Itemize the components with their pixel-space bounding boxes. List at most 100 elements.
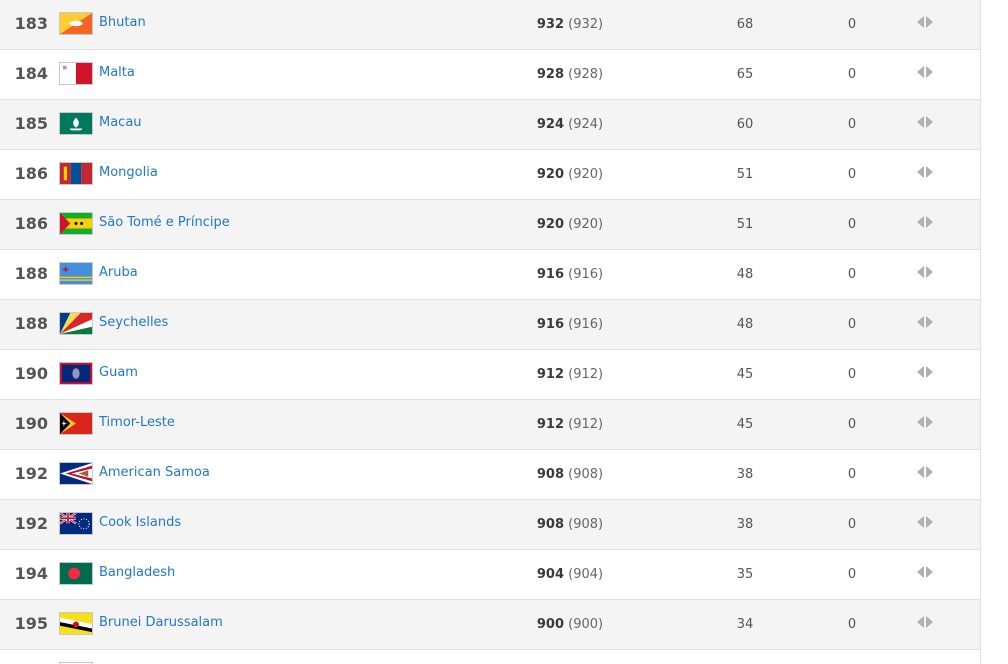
table-row: 188 Aruba 916 (916) 48 0 — [0, 250, 980, 300]
total-points: 920 — [536, 167, 565, 182]
total-points: 920 — [536, 217, 565, 232]
previous-points: (916) — [568, 317, 604, 332]
team-link[interactable]: Guam — [99, 364, 138, 382]
team-link[interactable]: Brunei Darussalam — [99, 614, 223, 632]
table-row: 194 Bangladesh 904 (904) 35 0 — [0, 550, 980, 600]
team-link[interactable]: Timor-Leste — [99, 414, 175, 432]
team-link[interactable]: São Tomé e Príncipe — [99, 214, 230, 232]
flag-bhutan-icon — [59, 12, 93, 35]
no-movement-arrows-icon — [914, 414, 936, 430]
rank: 190 — [14, 364, 48, 383]
team-link[interactable]: Cook Islands — [99, 514, 181, 532]
no-movement-arrows-icon — [914, 314, 936, 330]
rank-change: 0 — [847, 467, 857, 482]
team-link[interactable]: Bhutan — [99, 14, 146, 32]
team-link[interactable]: Aruba — [99, 264, 138, 282]
flag-macau-icon — [59, 112, 93, 135]
total-points: 908 — [536, 467, 565, 482]
points: 900 (900) — [500, 616, 640, 634]
previous-points: (904) — [568, 567, 604, 582]
flag-mongolia-icon — [59, 162, 93, 185]
no-movement-arrows-icon — [914, 564, 936, 580]
rank: 192 — [14, 514, 48, 533]
no-movement-arrows-icon — [914, 364, 936, 380]
team-link[interactable]: Seychelles — [99, 314, 168, 332]
rank: 188 — [14, 314, 48, 333]
no-movement-arrows-icon — [914, 114, 936, 130]
points: 904 (904) — [500, 566, 640, 584]
team-link[interactable]: Bangladesh — [99, 564, 175, 582]
total-points: 908 — [536, 517, 565, 532]
no-movement-arrows-icon — [914, 64, 936, 80]
no-movement-arrows-icon — [914, 514, 936, 530]
rank: 195 — [14, 614, 48, 633]
table-row: 190 Timor-Leste 912 (912) 45 0 — [0, 400, 980, 450]
matches: 48 — [736, 317, 754, 332]
flag-malta-icon — [59, 62, 93, 85]
team-link[interactable]: American Samoa — [99, 464, 210, 482]
rank: 192 — [14, 464, 48, 483]
team-link[interactable]: Macau — [99, 114, 142, 132]
points: 924 (924) — [500, 116, 640, 134]
matches: 51 — [736, 217, 754, 232]
table-row-partial — [0, 650, 980, 664]
flag-seychelles-icon — [59, 312, 93, 335]
points: 912 (912) — [500, 366, 640, 384]
matches: 45 — [736, 367, 754, 382]
rank: 185 — [14, 114, 48, 133]
no-movement-arrows-icon — [914, 614, 936, 630]
flag-sao-tome-icon — [59, 212, 93, 235]
flag-american-samoa-icon — [59, 462, 93, 485]
rank: 184 — [14, 64, 48, 83]
previous-points: (900) — [568, 617, 604, 632]
table-row: 184 Malta 928 (928) 65 0 — [0, 50, 980, 100]
rank-change: 0 — [847, 117, 857, 132]
total-points: 928 — [536, 67, 565, 82]
team-link[interactable]: Mongolia — [99, 164, 158, 182]
matches: 38 — [736, 517, 754, 532]
matches: 38 — [736, 467, 754, 482]
team-link[interactable]: Malta — [99, 64, 135, 82]
total-points: 924 — [536, 117, 565, 132]
previous-points: (932) — [568, 17, 604, 32]
table-row: 186 São Tomé e Príncipe 920 (920) 51 0 — [0, 200, 980, 250]
points: 916 (916) — [500, 266, 640, 284]
rank-change: 0 — [847, 17, 857, 32]
flag-cook-islands-icon — [59, 512, 93, 535]
matches: 45 — [736, 417, 754, 432]
rank: 186 — [14, 164, 48, 183]
table-row: 185 Macau 924 (924) 60 0 — [0, 100, 980, 150]
points: 912 (912) — [500, 416, 640, 434]
total-points: 912 — [536, 417, 565, 432]
flag-timor-leste-icon — [59, 412, 93, 435]
rank-change: 0 — [847, 217, 857, 232]
matches: 68 — [736, 17, 754, 32]
table-row: 195 Brunei Darussalam 900 (900) 34 0 — [0, 600, 980, 650]
rank: 190 — [14, 414, 48, 433]
table-row: 186 Mongolia 920 (920) 51 0 — [0, 150, 980, 200]
table-row: 192 American Samoa 908 (908) 38 0 — [0, 450, 980, 500]
flag-brunei-icon — [59, 612, 93, 635]
rank-change: 0 — [847, 167, 857, 182]
previous-points: (912) — [568, 417, 604, 432]
points: 920 (920) — [500, 216, 640, 234]
points: 916 (916) — [500, 316, 640, 334]
total-points: 916 — [536, 267, 565, 282]
total-points: 916 — [536, 317, 565, 332]
rank-change: 0 — [847, 567, 857, 582]
flag-bangladesh-icon — [59, 562, 93, 585]
previous-points: (908) — [568, 517, 604, 532]
matches: 51 — [736, 167, 754, 182]
matches: 48 — [736, 267, 754, 282]
matches: 65 — [736, 67, 754, 82]
previous-points: (920) — [568, 167, 604, 182]
table-row: 192 Cook Islands 908 (908) 38 0 — [0, 500, 980, 550]
total-points: 912 — [536, 367, 565, 382]
rank: 183 — [14, 14, 48, 33]
table-row: 190 Guam 912 (912) 45 0 — [0, 350, 980, 400]
previous-points: (912) — [568, 367, 604, 382]
flag-guam-icon — [59, 362, 93, 385]
no-movement-arrows-icon — [914, 14, 936, 30]
points: 928 (928) — [500, 66, 640, 84]
previous-points: (920) — [568, 217, 604, 232]
